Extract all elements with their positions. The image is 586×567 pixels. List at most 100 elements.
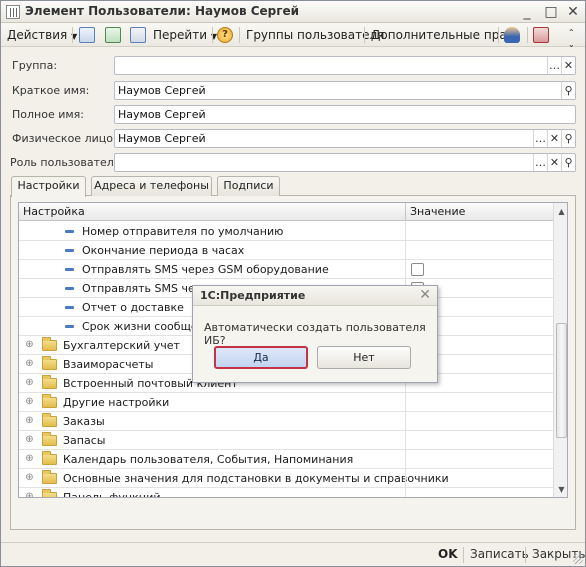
dialog-header: 1С:Предприятие ✕ bbox=[193, 286, 437, 306]
user-element-window: Элемент Пользователи: Наумов Сергей _ □ … bbox=[0, 0, 586, 567]
expand-icon[interactable]: ⊕ bbox=[25, 454, 34, 464]
help-icon[interactable]: ? bbox=[217, 27, 233, 43]
column-divider bbox=[405, 241, 406, 260]
scroll-down-icon[interactable]: ▼ bbox=[554, 481, 567, 497]
column-divider bbox=[405, 469, 406, 488]
refresh-icon[interactable] bbox=[105, 27, 121, 43]
document-open-icon[interactable] bbox=[79, 27, 95, 43]
row-label: Окончание периода в часах bbox=[82, 244, 245, 257]
folder-icon bbox=[42, 451, 57, 465]
copy-icon[interactable] bbox=[130, 27, 146, 43]
print-icon[interactable] bbox=[533, 27, 549, 43]
value-checkbox[interactable] bbox=[411, 263, 424, 276]
goto-menu[interactable]: Перейти ▼ bbox=[153, 23, 217, 47]
tab-addresses[interactable]: Адреса и телефоны bbox=[91, 176, 212, 196]
dialog-title: 1С:Предприятие bbox=[200, 289, 306, 302]
role-field[interactable]: … ✕ ⚲ bbox=[114, 153, 576, 172]
setting-item-icon bbox=[65, 268, 74, 271]
folder-icon bbox=[42, 375, 57, 389]
expand-icon[interactable]: ⊕ bbox=[25, 378, 34, 388]
ok-button[interactable]: OK bbox=[438, 547, 458, 561]
grid-header: Настройка Значение bbox=[19, 203, 553, 221]
toolbar-separator bbox=[527, 27, 528, 43]
close-window-button[interactable]: ✕ bbox=[563, 3, 583, 21]
group-row[interactable]: ⊕ Запасы bbox=[19, 431, 553, 450]
setting-item-icon bbox=[65, 287, 74, 290]
maximize-button[interactable]: □ bbox=[541, 3, 561, 21]
no-button[interactable]: Нет bbox=[317, 346, 411, 369]
person-label: Физическое лицо: bbox=[12, 132, 117, 145]
row-label: Заказы bbox=[63, 415, 105, 428]
user-icon[interactable] bbox=[504, 27, 520, 43]
group-row[interactable]: ⊕ Основные значения для подстановки в док… bbox=[19, 469, 553, 488]
group-row[interactable]: ⊕ Панель функций bbox=[19, 488, 553, 498]
column-header-setting[interactable]: Настройка bbox=[23, 205, 85, 218]
row-label: Номер отправителя по умолчанию bbox=[82, 225, 284, 238]
expand-icon[interactable]: ⊕ bbox=[25, 435, 34, 445]
column-divider bbox=[405, 450, 406, 469]
toolbar-separator bbox=[364, 27, 365, 43]
short-name-field[interactable]: Наумов Сергей ⚲ bbox=[114, 81, 576, 100]
tab-signatures[interactable]: Подписи bbox=[217, 176, 280, 196]
scroll-up-icon[interactable]: ▲ bbox=[554, 203, 567, 219]
column-header-value[interactable]: Значение bbox=[410, 205, 465, 218]
close-icon[interactable]: ✕ bbox=[419, 287, 431, 303]
resize-grip-icon[interactable] bbox=[573, 554, 583, 564]
setting-item-icon bbox=[65, 249, 74, 252]
tab-settings[interactable]: Настройки bbox=[11, 176, 86, 197]
short-name-value: Наумов Сергей bbox=[118, 84, 206, 97]
toolbar-separator bbox=[72, 27, 73, 43]
column-divider bbox=[405, 412, 406, 431]
column-divider bbox=[405, 222, 406, 241]
row-label: Срок жизни сообщен bbox=[82, 320, 205, 333]
expand-icon[interactable]: ⊕ bbox=[25, 359, 34, 369]
select-button[interactable]: … bbox=[533, 130, 547, 147]
expand-icon[interactable]: ⊕ bbox=[25, 492, 34, 498]
clear-icon[interactable]: ✕ bbox=[561, 57, 575, 74]
select-button[interactable]: … bbox=[533, 154, 547, 171]
setting-row[interactable]: Отправлять SMS через GSM оборудование bbox=[19, 260, 553, 279]
group-row[interactable]: ⊕ Календарь пользователя, События, Напоми… bbox=[19, 450, 553, 469]
grid-scrollbar[interactable]: ▲ ▼ bbox=[553, 203, 567, 497]
expand-icon[interactable]: ⊕ bbox=[25, 340, 34, 350]
row-label: Отчет о доставке bbox=[82, 301, 184, 314]
toolbar: Действия ▼ Перейти ▼ ? Группы пользовате… bbox=[1, 23, 585, 49]
expand-icon[interactable]: ⊕ bbox=[25, 416, 34, 426]
minimize-button[interactable]: _ bbox=[517, 3, 537, 21]
folder-icon bbox=[42, 356, 57, 370]
row-label: Календарь пользователя, События, Напомин… bbox=[63, 453, 354, 466]
full-name-value: Наумов Сергей bbox=[118, 108, 206, 121]
window-title: Элемент Пользователи: Наумов Сергей bbox=[25, 4, 300, 18]
column-divider bbox=[405, 431, 406, 450]
setting-row[interactable]: Номер отправителя по умолчанию bbox=[19, 222, 553, 241]
actions-menu[interactable]: Действия ▼ bbox=[7, 23, 77, 47]
save-button[interactable]: Записать bbox=[470, 547, 529, 561]
select-button[interactable]: … bbox=[547, 57, 561, 74]
clear-icon[interactable]: ✕ bbox=[547, 154, 561, 171]
full-name-field[interactable]: Наумов Сергей bbox=[114, 105, 576, 124]
expand-icon[interactable]: ⊕ bbox=[25, 397, 34, 407]
toolbar-separator bbox=[239, 27, 240, 43]
search-icon[interactable]: ⚲ bbox=[561, 82, 575, 99]
search-icon[interactable]: ⚲ bbox=[561, 130, 575, 147]
folder-icon bbox=[42, 413, 57, 427]
row-label: Запасы bbox=[63, 434, 106, 447]
person-field[interactable]: Наумов Сергей … ✕ ⚲ bbox=[114, 129, 576, 148]
group-row[interactable]: ⊕ Другие настройки bbox=[19, 393, 553, 412]
expand-icon[interactable]: ⊕ bbox=[25, 473, 34, 483]
search-icon[interactable]: ⚲ bbox=[561, 154, 575, 171]
toolbar-overflow-icon[interactable]: ⌃ ⌄ bbox=[568, 27, 575, 51]
scroll-thumb[interactable] bbox=[556, 323, 567, 438]
group-field[interactable]: … ✕ bbox=[114, 56, 576, 75]
goto-label: Перейти bbox=[153, 28, 207, 42]
row-label: Другие настройки bbox=[63, 396, 170, 409]
folder-icon bbox=[42, 432, 57, 446]
role-label: Роль пользователя: bbox=[10, 156, 125, 169]
setting-item-icon bbox=[65, 306, 74, 309]
group-row[interactable]: ⊕ Заказы bbox=[19, 412, 553, 431]
clear-icon[interactable]: ✕ bbox=[547, 130, 561, 147]
setting-row[interactable]: Окончание периода в часах bbox=[19, 241, 553, 260]
yes-button[interactable]: Да bbox=[214, 346, 308, 369]
confirm-dialog: 1С:Предприятие ✕ Автоматически создать п… bbox=[192, 285, 438, 383]
footer-bar: OK Записать Закрыть bbox=[1, 542, 585, 566]
